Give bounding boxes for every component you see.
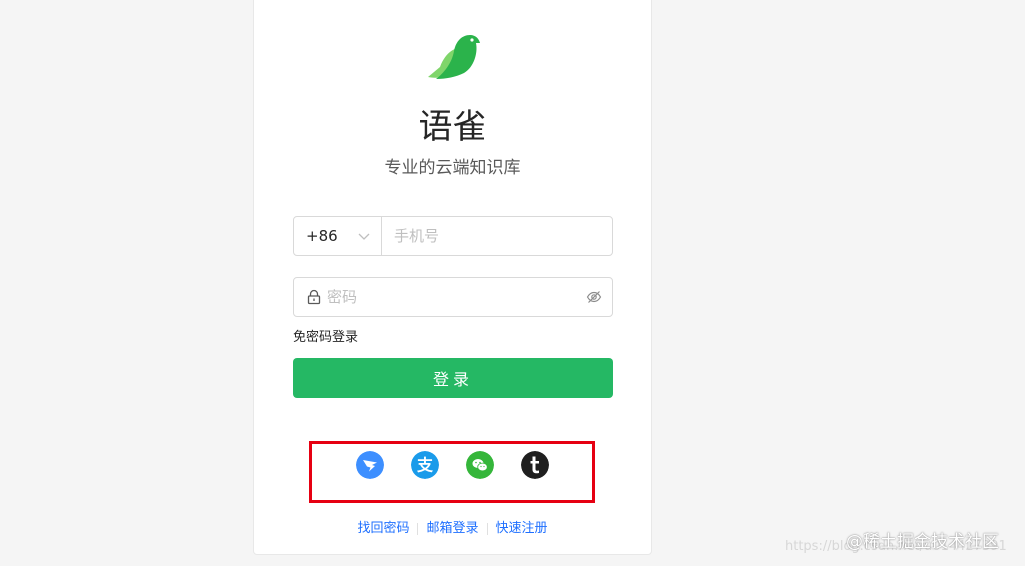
login-card: 语雀 专业的云端知识库 +86 免密码登录 登录 — [253, 0, 652, 555]
oauth-login-row: 支 — [356, 451, 549, 479]
password-input[interactable] — [327, 278, 577, 316]
email-login-link[interactable]: 邮箱登录 — [426, 520, 478, 538]
watermark-text: @稀土掘金技术社区 — [846, 532, 999, 552]
country-code-select[interactable]: +86 — [294, 217, 382, 255]
app-subtitle: 专业的云端知识库 — [384, 158, 521, 178]
svg-text:支: 支 — [416, 456, 434, 475]
app-title: 语雀 — [418, 107, 487, 147]
alipay-icon[interactable]: 支 — [411, 451, 439, 479]
chevron-down-icon — [358, 233, 370, 240]
phone-field: +86 — [293, 216, 613, 256]
footer-divider — [486, 523, 488, 535]
yuque-bird-logo — [428, 35, 480, 79]
forgot-password-link[interactable]: 找回密码 — [357, 520, 409, 538]
footer-links: 找回密码 邮箱登录 快速注册 — [254, 520, 651, 538]
taobao-icon[interactable] — [521, 451, 549, 479]
footer-divider — [417, 523, 419, 535]
password-field — [293, 277, 613, 317]
eye-hidden-icon[interactable] — [586, 289, 602, 305]
passwordless-login-link[interactable]: 免密码登录 — [293, 329, 358, 347]
wechat-icon[interactable] — [466, 451, 494, 479]
country-code-value: +86 — [306, 227, 338, 245]
login-button[interactable]: 登录 — [293, 358, 613, 398]
lock-icon — [307, 289, 321, 305]
dingtalk-icon[interactable] — [356, 451, 384, 479]
quick-register-link[interactable]: 快速注册 — [496, 520, 548, 538]
phone-input[interactable] — [394, 217, 602, 255]
